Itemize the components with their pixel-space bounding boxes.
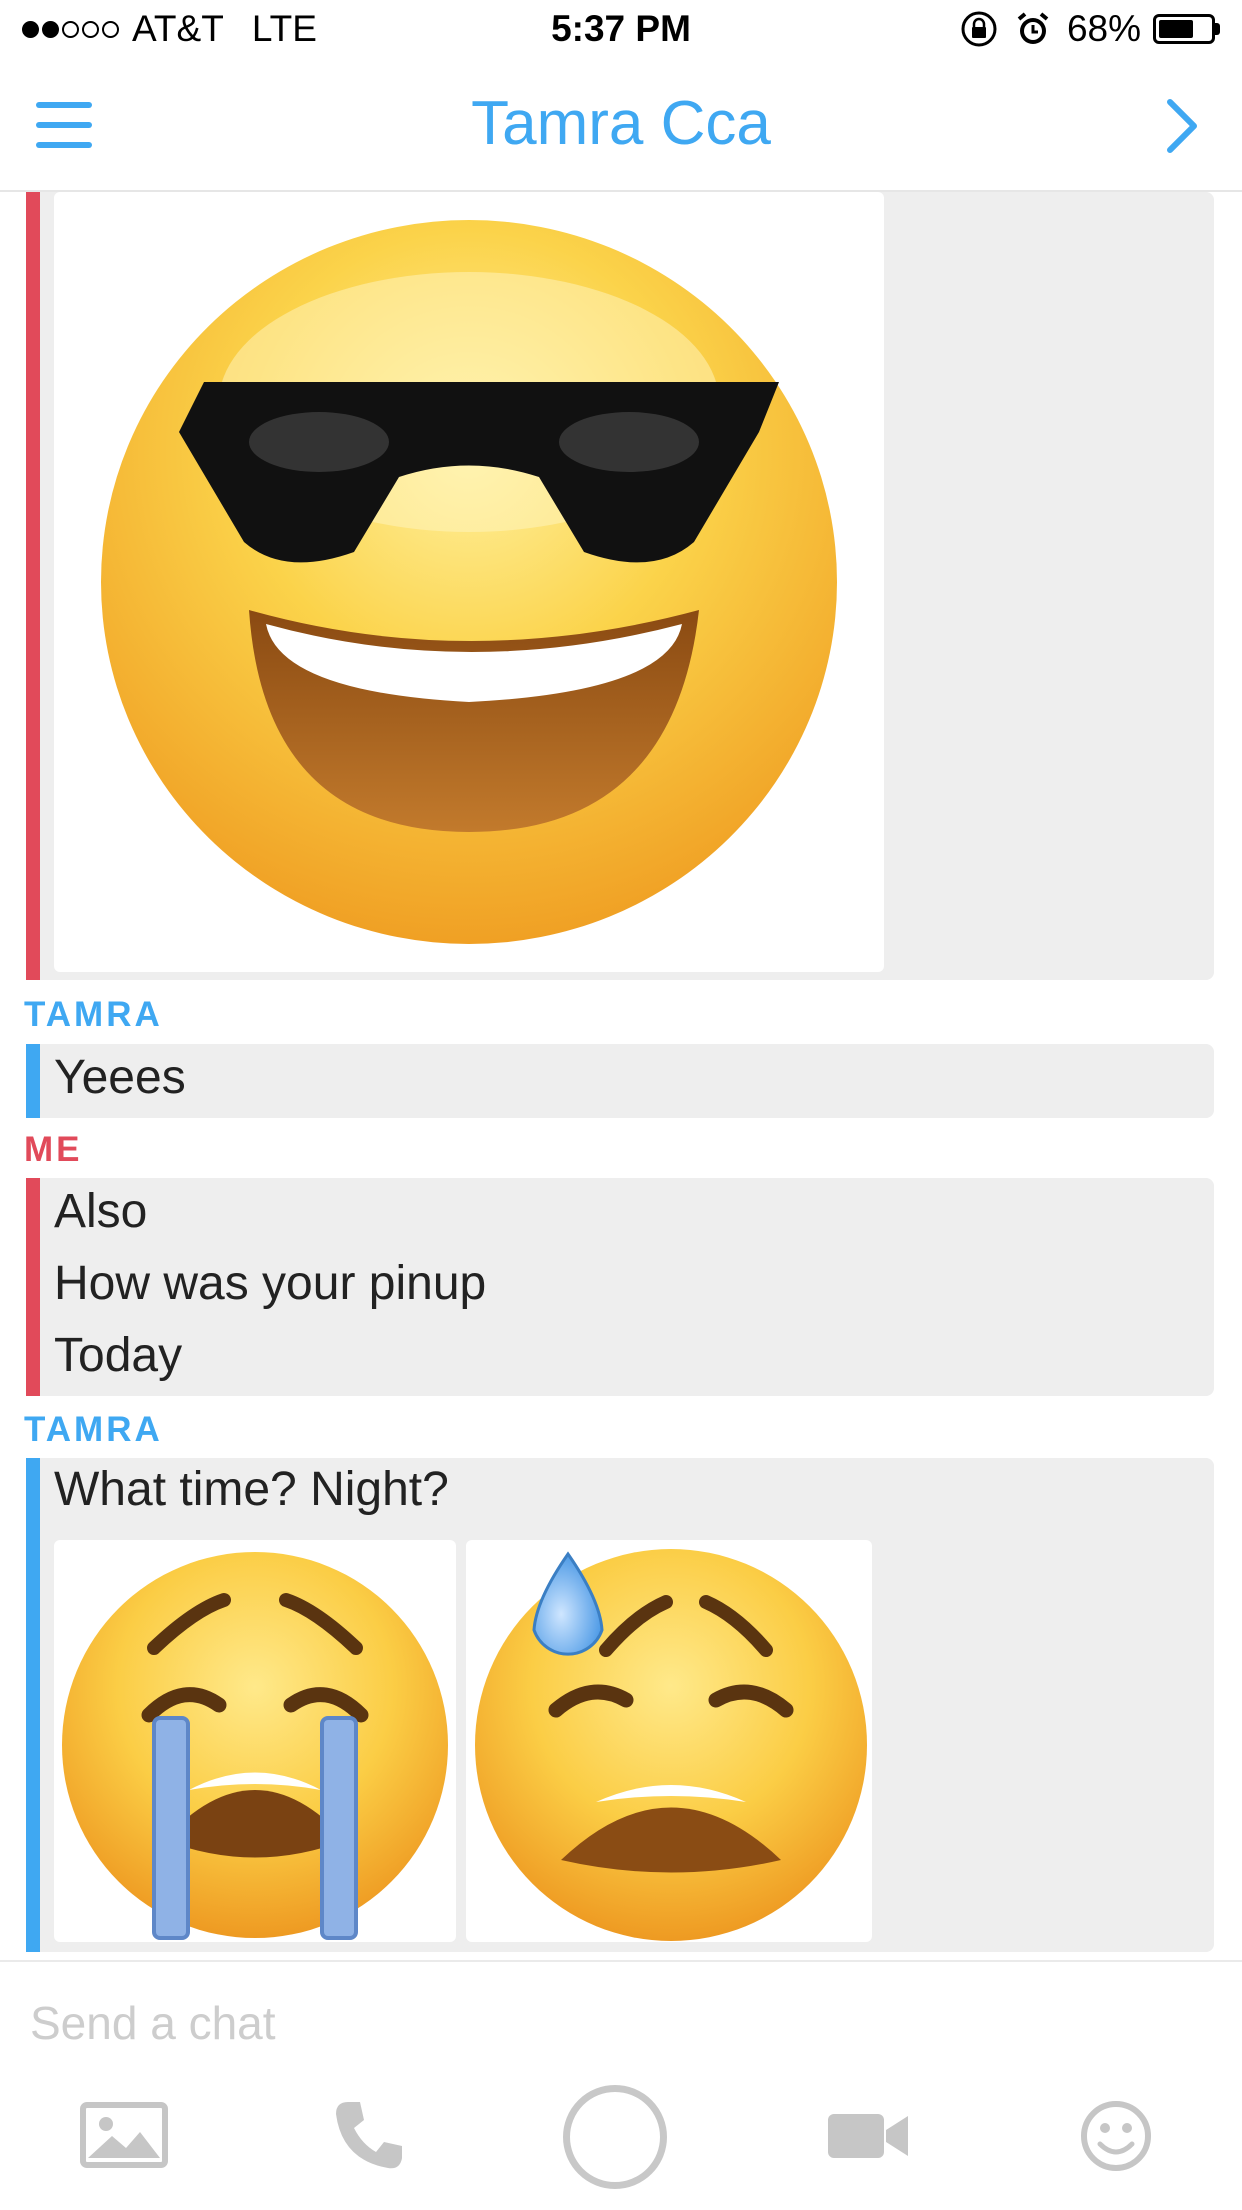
- sender-label: TAMRA: [24, 995, 163, 1034]
- message-bar: [26, 1178, 40, 1396]
- chat-thread[interactable]: TAMRA Yeees ME Also How was your pinup T…: [0, 192, 1242, 1960]
- contact-name[interactable]: Tamra Cca: [0, 88, 1242, 159]
- message-line: What time? Night?: [54, 1463, 449, 1516]
- orientation-lock-icon: [961, 11, 997, 47]
- message-bar: [26, 1458, 40, 1952]
- image-icon[interactable]: [80, 2102, 168, 2168]
- emoji-tile[interactable]: [54, 1540, 456, 1942]
- alarm-icon: [1017, 12, 1049, 44]
- status-right: 68%: [959, 8, 1220, 50]
- message-text: What time? Night?: [26, 1458, 1214, 1952]
- message-line: How was your pinup: [54, 1257, 487, 1310]
- capture-button[interactable]: [563, 2085, 667, 2189]
- battery-percent: 68%: [1066, 8, 1141, 49]
- chat-input[interactable]: Send a chat: [30, 1996, 276, 2050]
- status-bar: AT&T LTE 5:37 PM 68%: [0, 0, 1242, 62]
- sender-label: TAMRA: [24, 1410, 163, 1449]
- sender-label: ME: [24, 1130, 83, 1169]
- emoji-icon[interactable]: [1080, 2100, 1152, 2172]
- compose-area: Send a chat: [0, 1960, 1242, 2210]
- chat-header: Tamra Cca: [0, 62, 1242, 192]
- loudly-crying-face-icon: [62, 1552, 448, 1940]
- message-bar: [26, 192, 40, 980]
- message-line: Yeees: [54, 1051, 186, 1104]
- message-image: [26, 192, 1214, 980]
- weary-face-with-sweat-icon: [475, 1549, 867, 1941]
- message-text: Yeees: [26, 1044, 1214, 1118]
- emoji-tile[interactable]: [466, 1540, 872, 1942]
- message-line: Also: [54, 1185, 148, 1238]
- video-icon[interactable]: [828, 2110, 910, 2162]
- phone-icon[interactable]: [330, 2096, 408, 2174]
- smiling-face-with-sunglasses-icon: [101, 220, 837, 944]
- message-bar: [26, 1044, 40, 1118]
- battery-fill: [1159, 20, 1193, 38]
- message-text: Also How was your pinup Today: [26, 1178, 1214, 1396]
- image-tile[interactable]: [54, 192, 884, 972]
- battery-tip: [1215, 23, 1220, 35]
- battery-icon: [1153, 14, 1215, 44]
- chevron-right-icon[interactable]: [1162, 94, 1202, 158]
- message-line: Today: [54, 1329, 183, 1382]
